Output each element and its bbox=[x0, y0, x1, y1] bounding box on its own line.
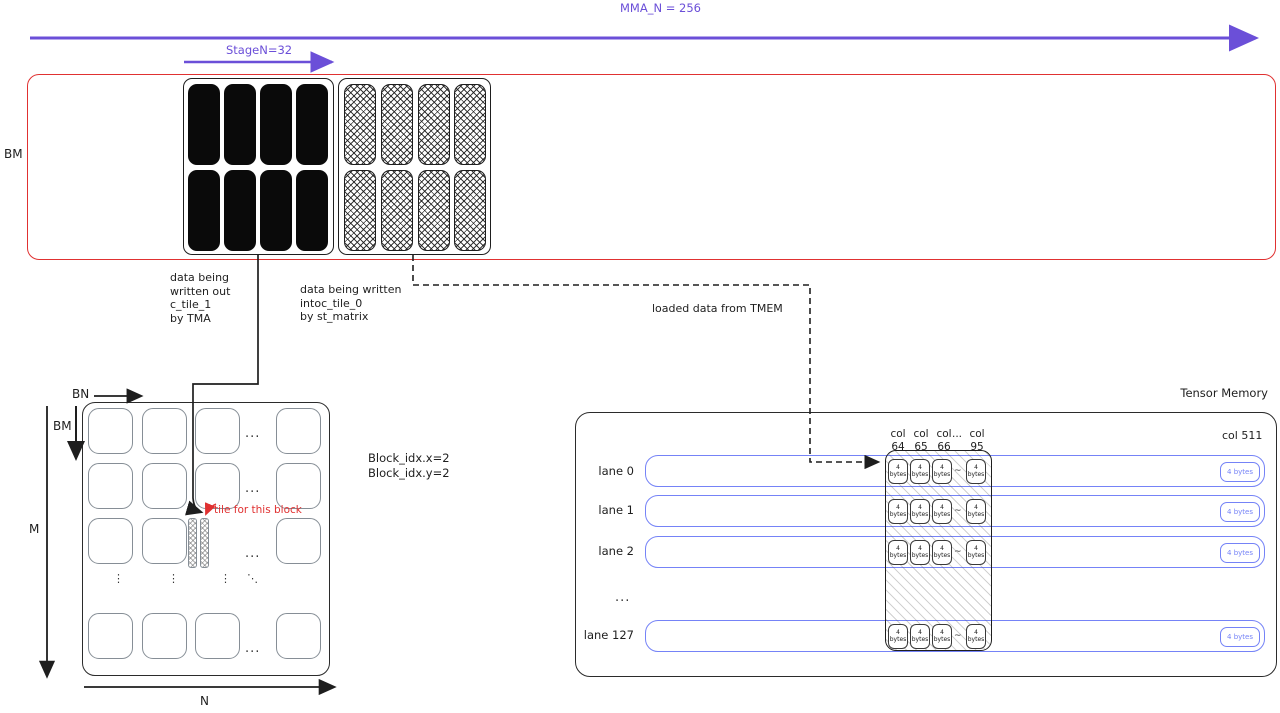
c-tile-0-subtile bbox=[418, 84, 450, 165]
byte-cells-gap-tilde: ~ bbox=[954, 547, 962, 557]
c-tile-0-subtile bbox=[381, 84, 413, 165]
byte-cells-gap-tilde: ~ bbox=[954, 631, 962, 641]
byte-cell: 4 bytes bbox=[910, 459, 930, 484]
block-tile bbox=[88, 463, 133, 509]
byte-cell: 4 bytes bbox=[966, 459, 986, 484]
current-block-tile-strip bbox=[200, 518, 209, 568]
block-tile bbox=[276, 408, 321, 454]
byte-cell: 4 bytes bbox=[910, 624, 930, 649]
tmem-loaded-annotation: loaded data from TMEM bbox=[652, 302, 783, 315]
col-ellipsis: ⋮ bbox=[113, 572, 125, 585]
byte-cell: 4 bytes bbox=[888, 540, 908, 565]
c-tile-1-group bbox=[183, 78, 334, 255]
byte-cell: 4 bytes bbox=[888, 624, 908, 649]
row-ellipsis: ... bbox=[245, 546, 261, 561]
block-tile bbox=[88, 518, 133, 564]
grid-n-label: N bbox=[200, 694, 209, 708]
block-idx-annotation: Block_idx.x=2 Block_idx.y=2 bbox=[368, 451, 450, 480]
lanes-ellipsis: ... bbox=[615, 590, 631, 605]
c-tile-1-subtile bbox=[224, 170, 256, 251]
byte-cell-col511: 4 bytes bbox=[1220, 462, 1260, 482]
row-ellipsis: ... bbox=[245, 641, 261, 656]
byte-cells-gap-tilde: ~ bbox=[954, 466, 962, 476]
mma-n-title: MMA_N = 256 bbox=[620, 1, 701, 15]
c-tile-0-group bbox=[338, 78, 491, 255]
diag-ellipsis: ⋱ bbox=[247, 572, 259, 585]
c-tile-0-subtile bbox=[381, 170, 413, 251]
stmatrix-annotation: data being written intoc_tile_0 by st_ma… bbox=[300, 283, 402, 323]
byte-cells-gap-tilde: ~ bbox=[954, 506, 962, 516]
c-tile-1-subtile bbox=[260, 84, 292, 165]
col-511-label: col 511 bbox=[1222, 429, 1263, 442]
block-tile bbox=[195, 408, 240, 454]
c-tile-1-subtile bbox=[188, 170, 220, 251]
c-tile-1-subtile bbox=[260, 170, 292, 251]
byte-cell: 4 bytes bbox=[966, 624, 986, 649]
c-tile-0-subtile bbox=[418, 170, 450, 251]
block-tile bbox=[142, 518, 187, 564]
row-ellipsis: ... bbox=[245, 426, 261, 441]
block-tile bbox=[195, 463, 240, 509]
byte-cell: 4 bytes bbox=[932, 499, 952, 524]
tma-annotation: data being written out c_tile_1 by TMA bbox=[170, 271, 231, 325]
stage-n-label: StageN=32 bbox=[226, 43, 293, 57]
byte-cell: 4 bytes bbox=[966, 540, 986, 565]
block-tile bbox=[195, 613, 240, 659]
current-block-tile-strip bbox=[188, 518, 197, 568]
byte-cell: 4 bytes bbox=[932, 459, 952, 484]
tensor-memory-title: Tensor Memory bbox=[1180, 386, 1268, 400]
byte-cell: 4 bytes bbox=[910, 499, 930, 524]
row-ellipsis: ... bbox=[245, 481, 261, 496]
lane-2-label: lane 2 bbox=[598, 544, 634, 558]
block-tile bbox=[142, 408, 187, 454]
byte-cell: 4 bytes bbox=[888, 459, 908, 484]
byte-cell: 4 bytes bbox=[966, 499, 986, 524]
c-tile-1-subtile bbox=[188, 84, 220, 165]
c-tile-1-subtile bbox=[296, 170, 328, 251]
diagram-canvas: MMA_N = 256 StageN=32 BM data being writ… bbox=[0, 0, 1280, 713]
c-tile-1-subtile bbox=[224, 84, 256, 165]
byte-cell-col511: 4 bytes bbox=[1220, 502, 1260, 522]
grid-bm-label: BM bbox=[53, 419, 72, 433]
grid-m-label: M bbox=[29, 522, 40, 536]
byte-cell: 4 bytes bbox=[932, 540, 952, 565]
block-tile bbox=[88, 613, 133, 659]
tile-for-block-label: tile for this block bbox=[214, 504, 302, 516]
block-tile bbox=[276, 613, 321, 659]
smem-bm-label: BM bbox=[4, 147, 23, 161]
byte-cell-col511: 4 bytes bbox=[1220, 627, 1260, 647]
grid-bn-label: BN bbox=[72, 387, 90, 401]
byte-cell: 4 bytes bbox=[888, 499, 908, 524]
c-tile-0-subtile bbox=[454, 170, 486, 251]
block-tile bbox=[276, 463, 321, 509]
lane-1-label: lane 1 bbox=[598, 503, 634, 517]
block-tile bbox=[142, 463, 187, 509]
block-tile bbox=[142, 613, 187, 659]
lane-127-label: lane 127 bbox=[583, 628, 634, 642]
byte-cell-col511: 4 bytes bbox=[1220, 543, 1260, 563]
col-ellipsis: ⋮ bbox=[220, 572, 232, 585]
c-tile-0-subtile bbox=[344, 170, 376, 251]
c-tile-1-subtile bbox=[296, 84, 328, 165]
lane-0-label: lane 0 bbox=[598, 464, 634, 478]
c-tile-0-subtile bbox=[344, 84, 376, 165]
block-tile bbox=[276, 518, 321, 564]
col-ellipsis: ⋮ bbox=[168, 572, 180, 585]
block-tile bbox=[88, 408, 133, 454]
byte-cell: 4 bytes bbox=[910, 540, 930, 565]
col-header-ellipsis: ... bbox=[951, 428, 962, 440]
byte-cell: 4 bytes bbox=[932, 624, 952, 649]
c-tile-0-subtile bbox=[454, 84, 486, 165]
